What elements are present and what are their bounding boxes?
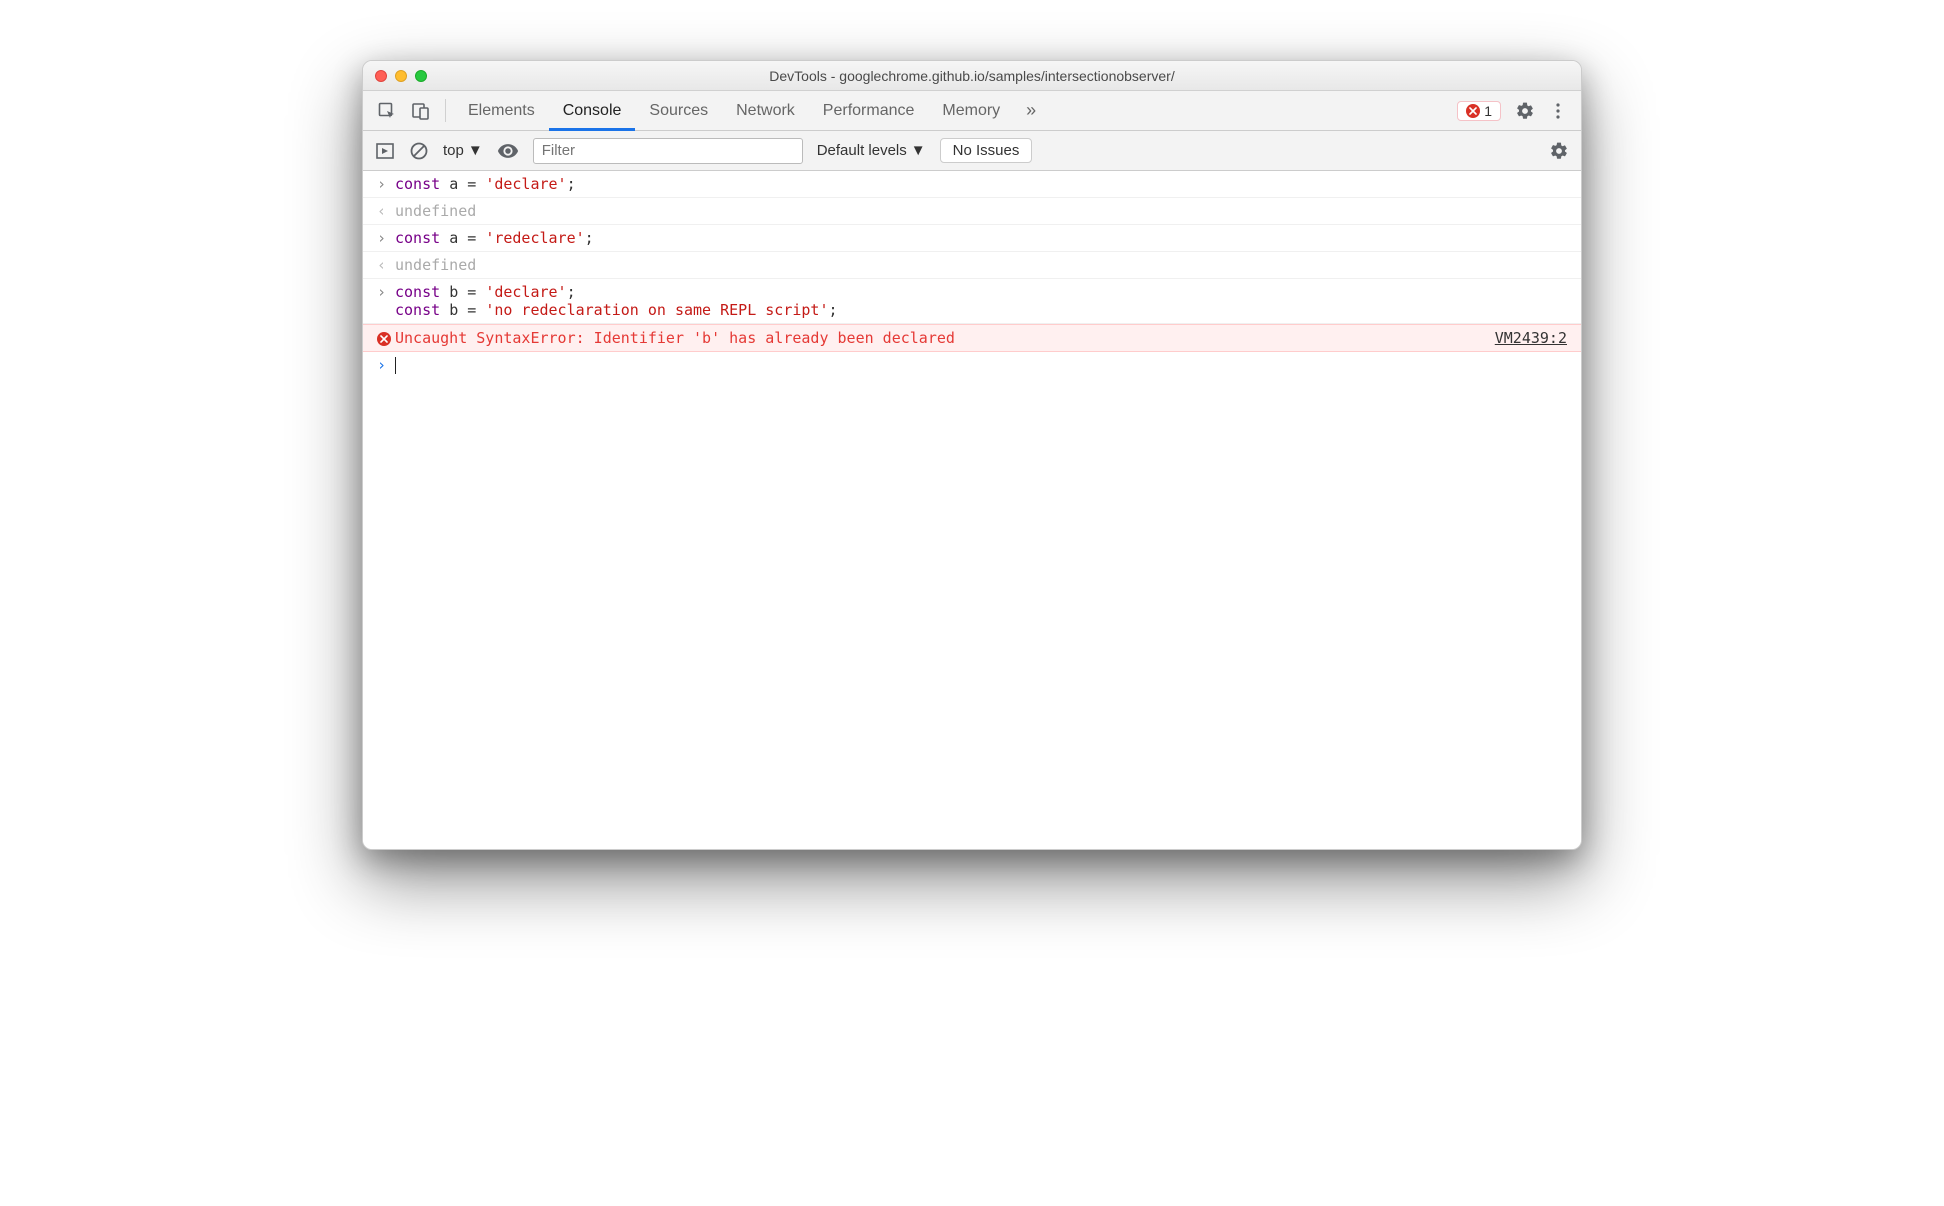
main-tabbar: ElementsConsoleSourcesNetworkPerformance… (363, 91, 1581, 131)
console-settings-icon[interactable] (1549, 141, 1569, 161)
filter-input[interactable] (533, 138, 803, 164)
console-toolbar: top ▼ Default levels ▼ No Issues (363, 131, 1581, 171)
toggle-sidebar-icon[interactable] (375, 141, 395, 161)
input-chevron-icon: › (377, 229, 395, 247)
chevron-down-icon: ▼ (468, 142, 483, 159)
error-count-badge[interactable]: 1 (1457, 101, 1501, 121)
inspect-element-icon[interactable] (377, 101, 397, 121)
text-cursor (395, 357, 396, 374)
window-title: DevTools - googlechrome.github.io/sample… (363, 68, 1581, 84)
devtools-window: DevTools - googlechrome.github.io/sample… (362, 60, 1582, 850)
more-tabs-icon[interactable]: » (1014, 91, 1048, 130)
error-count: 1 (1484, 103, 1492, 119)
console-result: undefined (395, 256, 1567, 274)
window-titlebar: DevTools - googlechrome.github.io/sample… (363, 61, 1581, 91)
console-output[interactable]: ›const a = 'declare';‹undefined›const a … (363, 171, 1581, 849)
prompt-chevron-icon: › (377, 356, 395, 374)
console-result-row: ‹undefined (363, 198, 1581, 225)
console-input-row: ›const b = 'declare'; const b = 'no rede… (363, 279, 1581, 324)
tab-elements[interactable]: Elements (454, 91, 549, 130)
kebab-menu-icon[interactable] (1549, 102, 1567, 120)
input-chevron-icon: › (377, 175, 395, 193)
close-window-button[interactable] (375, 70, 387, 82)
console-code: const b = 'declare'; const b = 'no redec… (395, 283, 1567, 319)
tab-console[interactable]: Console (549, 91, 636, 130)
tab-memory[interactable]: Memory (928, 91, 1014, 130)
tab-performance[interactable]: Performance (809, 91, 929, 130)
console-code: const a = 'declare'; (395, 175, 1567, 193)
tab-sources[interactable]: Sources (635, 91, 722, 130)
device-toolbar-icon[interactable] (411, 101, 431, 121)
console-input-row: ›const a = 'declare'; (363, 171, 1581, 198)
console-result: undefined (395, 202, 1567, 220)
live-expression-icon[interactable] (497, 140, 519, 162)
chevron-down-icon: ▼ (911, 142, 926, 159)
error-source-link[interactable]: VM2439:2 (1495, 329, 1567, 347)
console-result-row: ‹undefined (363, 252, 1581, 279)
result-chevron-icon: ‹ (377, 202, 395, 220)
input-chevron-icon: › (377, 283, 395, 301)
settings-icon[interactable] (1515, 101, 1535, 121)
console-prompt[interactable]: › (363, 352, 1581, 378)
console-error-row: Uncaught SyntaxError: Identifier 'b' has… (363, 324, 1581, 352)
issues-button[interactable]: No Issues (940, 138, 1033, 163)
clear-console-icon[interactable] (409, 141, 429, 161)
error-message: Uncaught SyntaxError: Identifier 'b' has… (395, 329, 1495, 347)
console-code: const a = 'redeclare'; (395, 229, 1567, 247)
result-chevron-icon: ‹ (377, 256, 395, 274)
traffic-lights (375, 70, 427, 82)
minimize-window-button[interactable] (395, 70, 407, 82)
execution-context-selector[interactable]: top ▼ (443, 142, 483, 159)
console-input-row: ›const a = 'redeclare'; (363, 225, 1581, 252)
error-icon (1466, 104, 1480, 118)
tab-network[interactable]: Network (722, 91, 809, 130)
tabbar-divider (445, 99, 446, 122)
error-icon (377, 332, 391, 346)
log-levels-selector[interactable]: Default levels ▼ (817, 142, 926, 159)
zoom-window-button[interactable] (415, 70, 427, 82)
